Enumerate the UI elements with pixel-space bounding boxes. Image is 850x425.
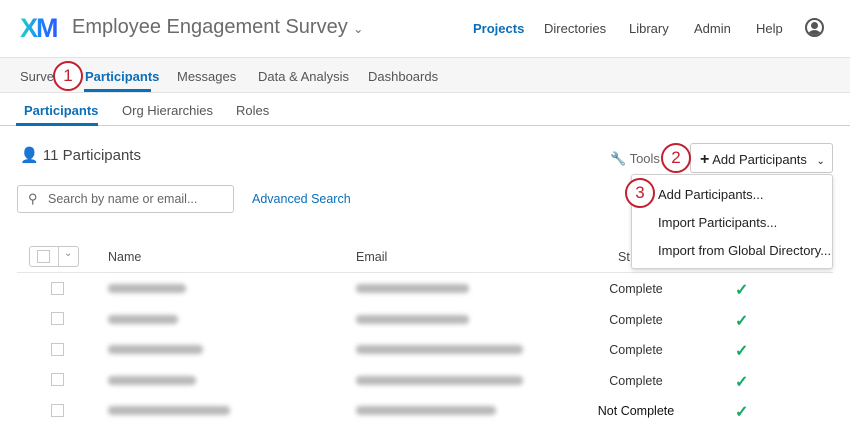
blurred-email [356, 315, 469, 324]
row-checkbox[interactable] [51, 373, 64, 386]
menu-item-import-participants[interactable]: Import Participants... [658, 215, 777, 230]
column-header-status[interactable]: St [618, 250, 630, 264]
nav-admin[interactable]: Admin [694, 21, 731, 36]
nav-projects[interactable]: Projects [473, 21, 524, 36]
tab-data-analysis[interactable]: Data & Analysis [258, 69, 349, 84]
search-input[interactable]: ⚲ Search by name or email... [17, 185, 234, 213]
blurred-email [356, 406, 496, 415]
search-placeholder: Search by name or email... [48, 192, 198, 206]
callout-2: 2 [661, 143, 691, 173]
row-checkbox[interactable] [51, 343, 64, 356]
plus-icon: + [700, 151, 710, 168]
row-checkbox[interactable] [51, 312, 64, 325]
row-checkbox[interactable] [51, 404, 64, 417]
blurred-name [108, 406, 230, 415]
advanced-search-link[interactable]: Advanced Search [252, 192, 351, 206]
project-title-dropdown[interactable]: Employee Engagement Survey ⌄ [72, 16, 363, 39]
select-all-dropdown[interactable]: ⌄ [29, 246, 79, 267]
blurred-email [356, 284, 469, 293]
column-header-name[interactable]: Name [108, 250, 141, 264]
person-icon: 👤 [20, 147, 39, 164]
checkmark-icon: ✓ [735, 374, 749, 391]
participant-count-label: 11 Participants [42, 147, 141, 164]
blurred-name [108, 376, 196, 385]
row-checkbox[interactable] [51, 282, 64, 295]
status-text: Complete [609, 343, 663, 357]
checkmark-icon: ✓ [735, 404, 749, 421]
blurred-email [356, 376, 523, 385]
subtab-participants[interactable]: Participants [24, 103, 98, 118]
tools-button[interactable]: 🔧 Tools [610, 151, 660, 167]
active-subtab-underline [16, 123, 98, 126]
column-header-email[interactable]: Email [356, 250, 387, 264]
add-participants-button[interactable]: + Add Participants ⌄ [690, 143, 833, 173]
status-text: Complete [609, 313, 663, 327]
subtab-divider [0, 125, 850, 126]
tools-label: Tools [629, 151, 660, 166]
checkmark-icon: ✓ [735, 313, 749, 330]
chevron-down-icon: ⌄ [353, 22, 364, 36]
status-text: Complete [609, 282, 663, 296]
subtab-roles[interactable]: Roles [236, 103, 269, 118]
chevron-down-icon: ⌄ [64, 248, 73, 259]
nav-library[interactable]: Library [629, 21, 669, 36]
project-title: Employee Engagement Survey [72, 16, 348, 38]
header-divider [17, 272, 833, 273]
status-text: Complete [609, 374, 663, 388]
blurred-name [108, 315, 178, 324]
status-text: Not Complete [597, 404, 675, 418]
checkmark-icon: ✓ [735, 343, 749, 360]
tab-participants[interactable]: Participants [85, 69, 159, 84]
wrench-icon: 🔧 [610, 151, 627, 166]
search-icon: ⚲ [28, 191, 38, 206]
callout-3: 3 [625, 178, 655, 208]
menu-item-import-global-directory[interactable]: Import from Global Directory... [658, 243, 831, 258]
callout-1: 1 [53, 61, 83, 91]
nav-help[interactable]: Help [756, 21, 783, 36]
select-all-checkbox[interactable] [37, 250, 50, 263]
chevron-down-icon: ⌄ [816, 156, 825, 167]
blurred-name [108, 284, 186, 293]
nav-directories[interactable]: Directories [544, 21, 606, 36]
tab-dashboards[interactable]: Dashboards [368, 69, 438, 84]
participant-count: 👤 11 Participants [20, 146, 141, 164]
subtab-org-hierarchies[interactable]: Org Hierarchies [122, 103, 213, 118]
blurred-email [356, 345, 523, 354]
user-account-icon[interactable] [805, 18, 824, 37]
add-participants-label: Add Participants [712, 152, 807, 167]
xm-logo[interactable]: XM [20, 13, 58, 44]
menu-item-add-participants[interactable]: Add Participants... [658, 187, 764, 202]
active-tab-underline [84, 89, 151, 92]
checkmark-icon: ✓ [735, 282, 749, 299]
tab-messages[interactable]: Messages [177, 69, 236, 84]
blurred-name [108, 345, 203, 354]
